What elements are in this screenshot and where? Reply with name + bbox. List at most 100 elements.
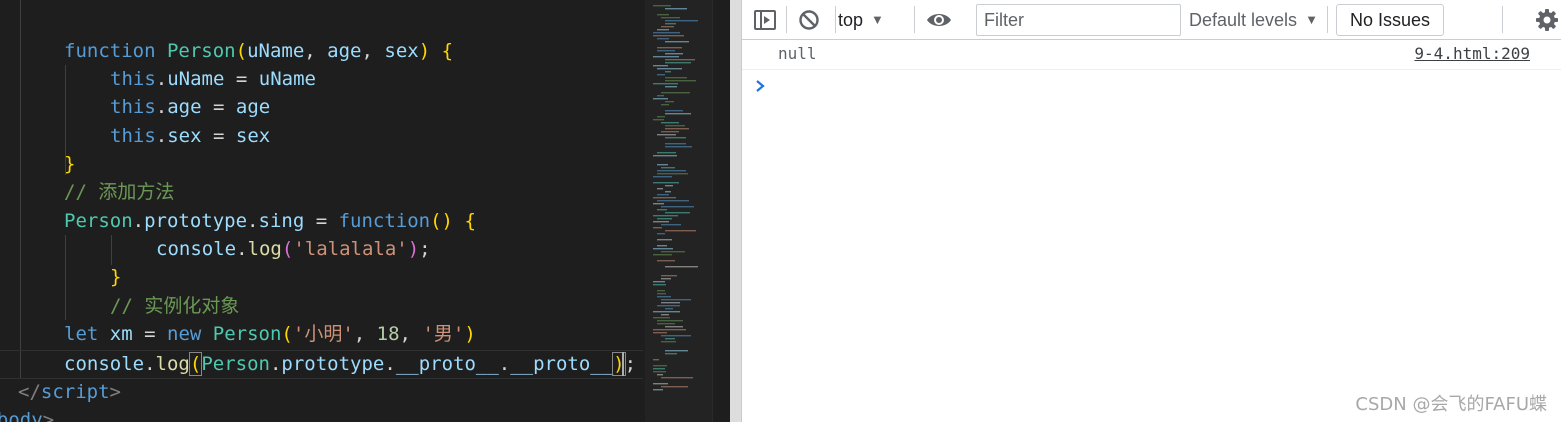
token-keyword: let xyxy=(64,323,99,345)
code-line-5[interactable]: } xyxy=(64,150,75,178)
code-line-14[interactable]: </body> xyxy=(0,406,54,422)
token-bracket: ) xyxy=(464,323,476,345)
issues-button[interactable]: No Issues xyxy=(1336,4,1445,36)
token-property: age xyxy=(167,96,202,118)
token-bracket: { xyxy=(441,40,454,62)
token-variable: sex xyxy=(235,125,271,147)
editor-scrollbar[interactable] xyxy=(712,0,731,422)
token-property: uName xyxy=(167,68,225,90)
token-param: sex xyxy=(384,40,419,62)
token-function: log xyxy=(247,238,282,260)
filter-input[interactable] xyxy=(976,4,1181,36)
code-line-11[interactable]: let xm = new Person('小明', 18, '男') xyxy=(64,320,476,348)
gear-icon[interactable] xyxy=(1535,8,1559,32)
toolbar-separator xyxy=(835,6,836,33)
token-punct: . xyxy=(236,238,248,260)
token-punct: , xyxy=(399,323,423,345)
token-property: sex xyxy=(167,125,202,147)
console-prompt[interactable] xyxy=(742,70,1561,100)
sidebar-toggle-icon[interactable] xyxy=(753,8,777,32)
token-tag-punct: </ xyxy=(18,381,41,403)
code-line-8[interactable]: console.log('lalalala'); xyxy=(156,235,431,263)
token-punct: ; xyxy=(624,353,637,375)
code-line-2[interactable]: this.uName = uName xyxy=(110,65,316,93)
eye-icon[interactable] xyxy=(926,8,951,32)
toolbar-separator xyxy=(786,6,787,33)
token-keyword: function xyxy=(338,210,431,232)
token-operator: = xyxy=(201,125,236,147)
dropdown-arrow-icon: ▼ xyxy=(871,12,884,27)
dropdown-arrow-icon: ▼ xyxy=(1305,12,1318,27)
devtools-console-panel: top ▼ Default levels ▼ No Issues null 9-4.… xyxy=(742,0,1561,422)
token-operator: = xyxy=(224,68,259,90)
code-line-13[interactable]: </script> xyxy=(18,378,121,406)
token-keyword: function xyxy=(64,40,156,62)
token-number: 18 xyxy=(376,323,400,345)
toolbar-separator xyxy=(1327,6,1328,33)
panel-resizer[interactable] xyxy=(730,0,742,422)
console-toolbar: top ▼ Default levels ▼ No Issues xyxy=(742,0,1561,40)
token-string: 'lalalala' xyxy=(293,238,408,260)
token-variable: console xyxy=(156,238,237,260)
token-property: __proto__ xyxy=(395,353,499,375)
chevron-right-icon xyxy=(754,78,766,97)
token-tag-name: body xyxy=(0,409,43,422)
token-bracket: { xyxy=(464,210,476,232)
log-levels-dropdown[interactable]: Default levels ▼ xyxy=(1189,8,1318,32)
token-property: sing xyxy=(258,210,305,232)
token-param: age xyxy=(327,40,362,62)
console-message: null 9-4.html:209 xyxy=(742,40,1561,70)
token-bracket: ( xyxy=(281,323,293,345)
context-label: top xyxy=(838,10,864,30)
indent-guide xyxy=(20,0,21,378)
token-variable: console xyxy=(64,353,145,375)
levels-label: Default levels xyxy=(1189,10,1298,30)
token-string: '小明' xyxy=(292,323,354,345)
code-line-7[interactable]: Person.prototype.sing = function() { xyxy=(64,207,476,235)
console-source-link[interactable]: 9-4.html:209 xyxy=(1414,44,1530,63)
code-editor[interactable]: function Person(uName, age, sex) { this.… xyxy=(0,0,645,422)
minimap-slider[interactable] xyxy=(645,0,712,422)
code-line-6[interactable]: // 添加方法 xyxy=(64,178,174,206)
token-param: uName xyxy=(247,40,305,62)
token-comment: // 添加方法 xyxy=(64,181,175,203)
code-line-1[interactable]: function Person(uName, age, sex) { xyxy=(64,37,453,65)
token-keyword: new xyxy=(167,323,202,345)
clear-console-icon[interactable] xyxy=(797,8,821,32)
code-line-4[interactable]: this.sex = sex xyxy=(110,122,270,150)
token-operator: = xyxy=(132,323,167,345)
token-keyword: this xyxy=(110,96,156,118)
token-tag-name: script xyxy=(40,381,110,403)
toolbar-separator xyxy=(914,6,915,33)
console-message-text: null xyxy=(778,44,817,63)
token-function-name: Person xyxy=(166,40,236,62)
token-class: Person xyxy=(64,210,133,232)
token-bracket: } xyxy=(110,266,122,288)
token-punct: . xyxy=(384,353,396,375)
code-line-9[interactable]: } xyxy=(110,263,121,291)
token-punct: . xyxy=(132,210,145,232)
token-string: '男' xyxy=(422,323,465,345)
code-line-12[interactable]: console.log(Person.prototype.__proto__._… xyxy=(64,350,636,378)
token-variable: age xyxy=(235,96,271,118)
token-keyword: this xyxy=(110,68,156,90)
token-variable: uName xyxy=(258,68,316,90)
token-property: prototype xyxy=(281,353,385,375)
token-bracket: ) xyxy=(407,238,420,260)
token-bracket: () xyxy=(430,210,453,232)
token-keyword: this xyxy=(110,125,156,147)
token-punct: , xyxy=(361,40,385,62)
token-punct: . xyxy=(498,353,511,375)
token-tag-punct: > xyxy=(42,409,55,422)
context-selector[interactable]: top ▼ xyxy=(838,8,884,32)
code-line-3[interactable]: this.age = age xyxy=(110,93,270,121)
token-punct: , xyxy=(304,40,328,62)
token-punct: . xyxy=(155,68,168,90)
token-variable: xm xyxy=(109,323,133,345)
code-line-10[interactable]: // 实例化对象 xyxy=(110,292,239,320)
text-caret xyxy=(622,352,624,376)
minimap[interactable] xyxy=(645,0,712,422)
